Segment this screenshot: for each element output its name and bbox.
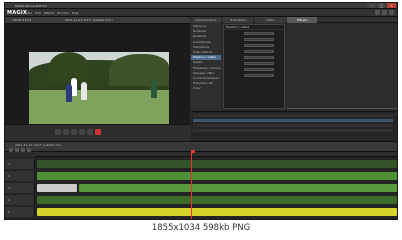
menu-item-help[interactable]: Help	[72, 9, 79, 17]
keyframe-row[interactable]	[193, 114, 393, 117]
effect-item[interactable]: Travelling / Camera	[191, 66, 221, 71]
property-field[interactable]	[244, 38, 274, 41]
transport-controls	[55, 129, 103, 135]
track-5: 5	[5, 207, 397, 217]
split-icon[interactable]	[21, 148, 25, 152]
keyframe-line	[287, 108, 397, 109]
property-field[interactable]	[244, 74, 274, 77]
video-clip[interactable]	[37, 160, 397, 168]
tab-transitions[interactable]: Transitions	[223, 17, 253, 23]
property-row	[224, 73, 284, 78]
property-field[interactable]	[244, 50, 274, 53]
track-header[interactable]: 3	[5, 183, 35, 193]
video-tree-right	[109, 54, 169, 86]
step-back-icon[interactable]	[63, 129, 69, 135]
property-row	[224, 55, 284, 60]
video-clip[interactable]	[37, 184, 77, 192]
video-player-white-2	[81, 82, 87, 100]
step-forward-icon[interactable]	[79, 129, 85, 135]
keyframe-row[interactable]	[193, 129, 393, 132]
track-3: 3	[5, 183, 397, 193]
track-4: 4	[5, 195, 397, 205]
video-player-blue	[66, 84, 72, 102]
property-field[interactable]	[244, 56, 274, 59]
mouse-mode-icon[interactable]	[9, 148, 13, 152]
menu-bar: MAGIX File Edit Effects Window Help	[5, 9, 397, 17]
effect-item[interactable]: Color	[191, 86, 221, 91]
property-field[interactable]	[244, 62, 274, 65]
property-row	[224, 43, 284, 48]
record-icon[interactable]	[95, 129, 101, 135]
timeline-project-name: 2011-11-27 Ant F, publish.mm	[15, 143, 61, 147]
effect-category-list: Vibrance Gradient Gradient Look/Stylize …	[191, 24, 221, 109]
menu-items: File Edit Effects Window Help	[27, 9, 82, 17]
property-field[interactable]	[244, 32, 274, 35]
transport-bar	[5, 124, 190, 141]
redo-icon[interactable]	[382, 10, 387, 15]
undo-icon[interactable]	[375, 10, 380, 15]
property-row	[224, 49, 284, 54]
property-row	[224, 37, 284, 42]
maximize-button[interactable]: □	[377, 3, 386, 8]
play-icon[interactable]	[71, 129, 77, 135]
track-header[interactable]: 2	[5, 171, 35, 181]
rewind-icon[interactable]	[55, 129, 61, 135]
preview-monitor: 00:01:13:23 2011-11-27 Ant F, publish.mm…	[5, 17, 190, 141]
menu-item-file[interactable]: File	[27, 9, 32, 17]
cut-icon[interactable]	[15, 148, 19, 152]
video-clip[interactable]	[79, 184, 397, 192]
fast-forward-icon[interactable]	[87, 129, 93, 135]
zoom-icon[interactable]	[27, 148, 31, 152]
timeline-tools	[9, 148, 33, 152]
playhead[interactable]	[191, 152, 192, 219]
title-clip[interactable]	[37, 208, 397, 216]
app-logo: MAGIX	[7, 10, 28, 16]
minimize-button[interactable]: –	[367, 3, 376, 8]
keyframe-rows	[193, 114, 393, 134]
timeline-tracks: 1 2 3 4 5	[5, 157, 397, 219]
property-field[interactable]	[244, 68, 274, 71]
keyframe-row-selected[interactable]	[193, 119, 393, 122]
track-header[interactable]: 1	[5, 159, 35, 169]
keyframe-area	[191, 111, 397, 141]
track-2: 2	[5, 171, 397, 181]
track-1: 1	[5, 159, 397, 169]
toolbar-buttons	[373, 10, 394, 15]
project-tab[interactable]: 2011-11-27 Ant F, publish.mm *	[65, 17, 113, 24]
settings-icon[interactable]	[389, 10, 394, 15]
timecode-display: 00:01:13:23	[13, 18, 32, 22]
app-window: MAGIX Movie Edit Pro – □ × MAGIX File Ed…	[4, 2, 398, 220]
video-clip[interactable]	[37, 172, 397, 180]
preview-area	[5, 24, 190, 137]
media-pool-tabs: Import/export Transitions Titles Effects	[191, 17, 397, 23]
tab-titles[interactable]: Titles	[255, 17, 285, 23]
menu-item-edit[interactable]: Edit	[35, 9, 41, 17]
property-field[interactable]	[244, 44, 274, 47]
property-row	[224, 31, 284, 36]
media-pool: Import/export Transitions Titles Effects…	[191, 17, 397, 141]
tab-import-export[interactable]: Import/export	[191, 17, 221, 23]
image-caption: 1855x1034 598kb PNG	[151, 223, 251, 233]
menu-item-window[interactable]: Window	[57, 9, 69, 17]
video-player-green	[151, 80, 157, 98]
track-header[interactable]: 4	[5, 195, 35, 205]
effect-settings-panel: Position / Cable	[223, 24, 285, 109]
effect-panel-title: Position / Cable	[224, 25, 284, 30]
audio-clip[interactable]	[37, 196, 397, 204]
menu-item-effects[interactable]: Effects	[44, 9, 54, 17]
video-tree-left	[49, 52, 89, 82]
preview-header: 00:01:13:23 2011-11-27 Ant F, publish.mm…	[5, 17, 190, 24]
close-button[interactable]: ×	[387, 3, 396, 8]
track-header[interactable]: 5	[5, 207, 35, 217]
property-row	[224, 61, 284, 66]
timeline-header: 2011-11-27 Ant F, publish.mm	[5, 141, 397, 152]
property-row	[224, 67, 284, 72]
effect-preview-area	[287, 24, 397, 109]
keyframe-row[interactable]	[193, 124, 393, 127]
tab-effects[interactable]: Effects	[287, 17, 317, 23]
